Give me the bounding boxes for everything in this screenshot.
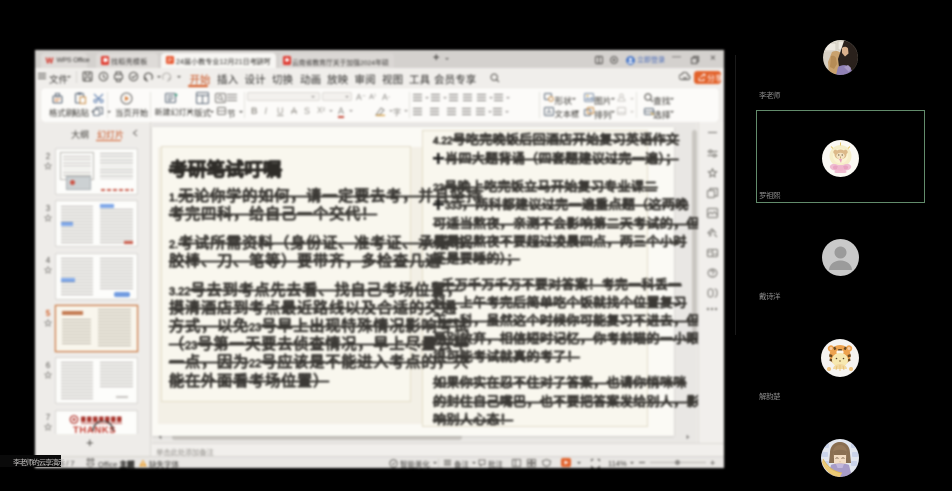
svg-text:A: A — [547, 109, 552, 116]
svg-text:P: P — [167, 57, 171, 64]
